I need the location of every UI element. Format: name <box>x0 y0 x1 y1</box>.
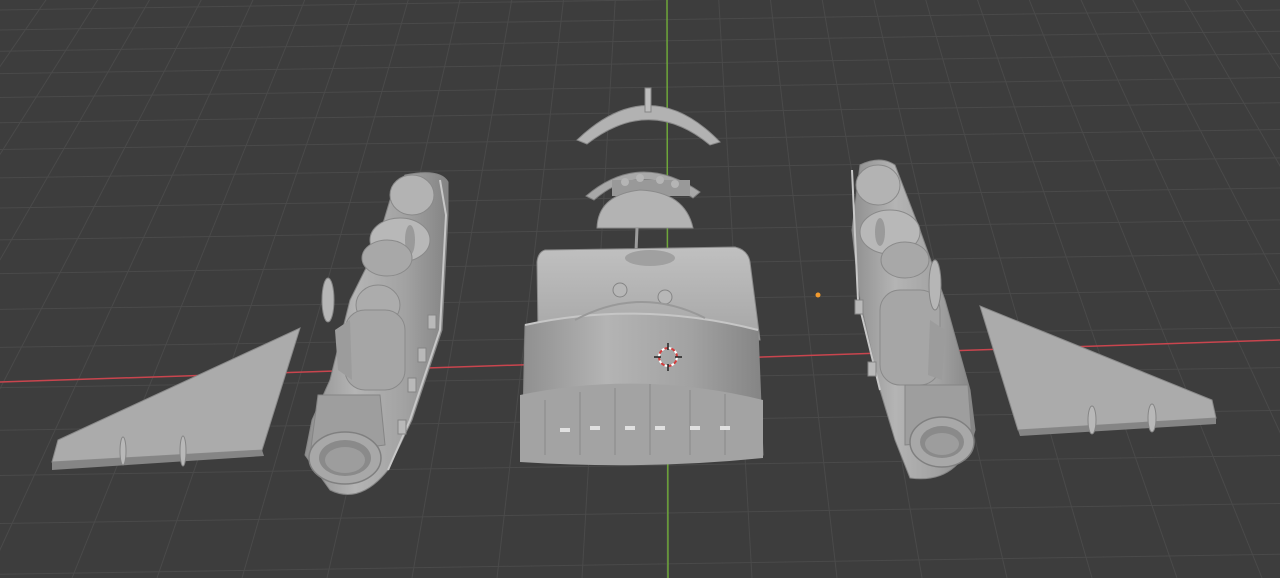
viewport-canvas[interactable] <box>0 0 1280 578</box>
3d-viewport[interactable] <box>0 0 1280 578</box>
object-origin-icon[interactable] <box>815 292 821 298</box>
center-fuselage[interactable] <box>520 246 764 466</box>
